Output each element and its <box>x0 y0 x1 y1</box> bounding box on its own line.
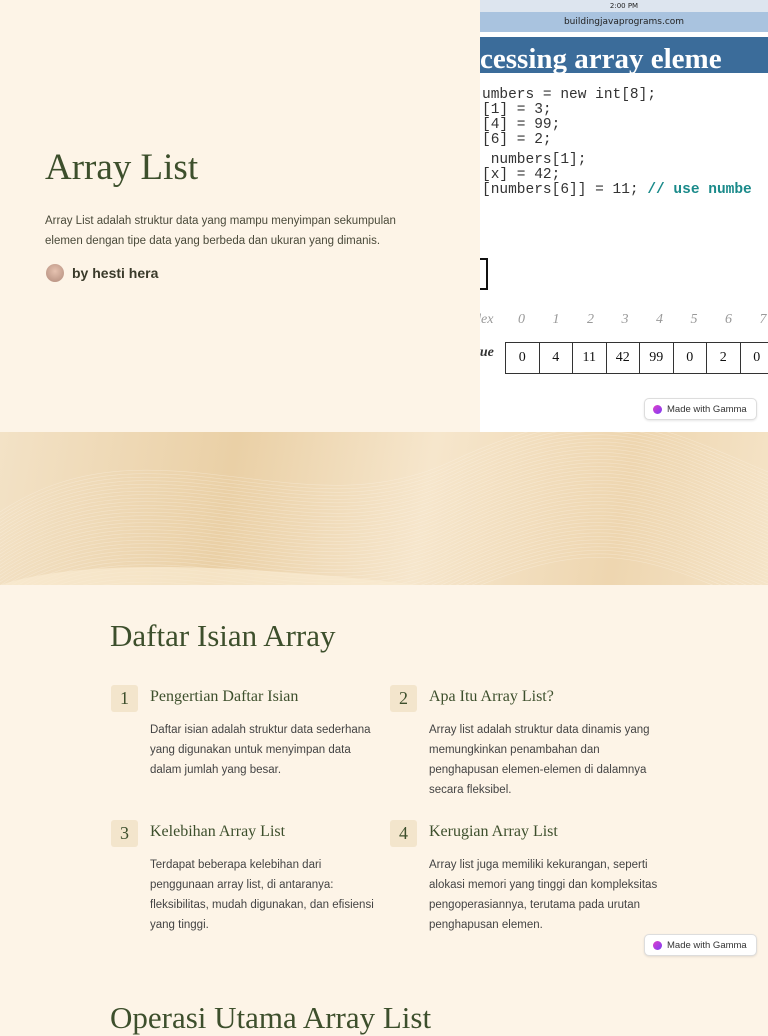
page-title: Array List <box>45 146 198 189</box>
value-label: lue <box>480 345 494 361</box>
code-line: [4] = 99; <box>482 118 752 133</box>
item-title: Pengertian Daftar Isian <box>150 688 298 706</box>
decorative-banner <box>0 432 768 585</box>
code-comment: // use numbe <box>647 182 751 198</box>
next-section-title: Operasi Utama Array List <box>110 1000 431 1036</box>
code-line: umbers = new int[8]; <box>482 88 752 103</box>
array-screenshot-image: 2:00 PM buildingjavaprograms.com cessing… <box>480 0 768 432</box>
code-block: umbers = new int[8];[1] = 3;[4] = 99;[6]… <box>482 88 752 198</box>
array-cells: 04114299020 <box>506 342 768 374</box>
author-name: by hesti hera <box>72 265 158 281</box>
item-body: Terdapat beberapa kelebihan dari penggun… <box>150 855 385 935</box>
item-number: 4 <box>390 820 417 847</box>
index-number: 4 <box>656 312 663 328</box>
gamma-logo-icon <box>653 405 662 414</box>
code-line: [x] = 42; <box>482 168 752 183</box>
code-line: [6] = 2; <box>482 133 752 148</box>
made-with-gamma-button[interactable]: Made with Gamma <box>644 934 757 956</box>
array-cell: 2 <box>706 342 741 374</box>
code-line: numbers[1]; <box>482 153 752 168</box>
item-body: Array list adalah struktur data dinamis … <box>429 720 664 800</box>
index-number: 1 <box>553 312 560 328</box>
array-cell: 99 <box>639 342 674 374</box>
made-with-gamma-button[interactable]: Made with Gamma <box>644 398 757 420</box>
gamma-logo-icon <box>653 941 662 950</box>
array-cell: 0 <box>505 342 540 374</box>
bracket <box>480 258 488 290</box>
url-bar: buildingjavaprograms.com <box>480 12 768 32</box>
array-cell: 42 <box>606 342 641 374</box>
index-number: 0 <box>518 312 525 328</box>
item-number: 1 <box>111 685 138 712</box>
array-cell: 4 <box>539 342 574 374</box>
index-number: 3 <box>622 312 629 328</box>
code-line: [numbers[6]] = 11; // use numbe <box>482 183 752 198</box>
item-title: Apa Itu Array List? <box>429 688 554 706</box>
code-text: [numbers[6]] = 11; <box>482 182 647 198</box>
code-line: [1] = 3; <box>482 103 752 118</box>
gamma-label: Made with Gamma <box>667 940 747 951</box>
gamma-label: Made with Gamma <box>667 404 747 415</box>
index-number: 5 <box>691 312 698 328</box>
item-body: Array list juga memiliki kekurangan, sep… <box>429 855 664 935</box>
array-cell: 0 <box>673 342 708 374</box>
item-title: Kelebihan Array List <box>150 823 285 841</box>
section-title: Daftar Isian Array <box>110 618 336 654</box>
index-number: 6 <box>725 312 732 328</box>
index-number: 2 <box>587 312 594 328</box>
avatar <box>46 264 64 282</box>
item-body: Daftar isian adalah struktur data sederh… <box>150 720 385 780</box>
author: by hesti hera <box>46 264 158 282</box>
item-number: 3 <box>111 820 138 847</box>
hero-description: Array List adalah struktur data yang mam… <box>45 211 425 251</box>
status-time: 2:00 PM <box>480 0 768 12</box>
array-cell: 11 <box>572 342 607 374</box>
index-label: dex <box>480 312 493 328</box>
index-number: 7 <box>760 312 767 328</box>
array-cell: 0 <box>740 342 768 374</box>
slide-title: cessing array eleme <box>480 37 768 73</box>
item-number: 2 <box>390 685 417 712</box>
item-title: Kerugian Array List <box>429 823 558 841</box>
